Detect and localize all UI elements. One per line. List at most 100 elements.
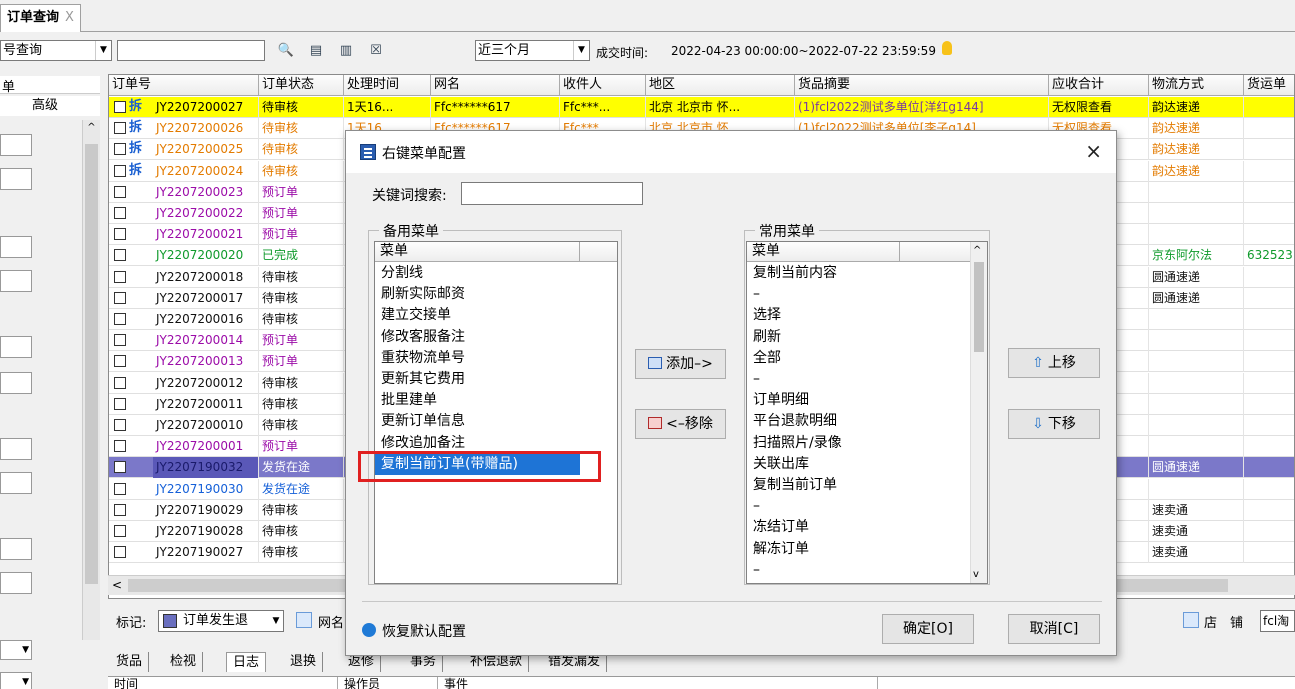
chevron-up-icon[interactable]: ^ — [973, 245, 981, 256]
list-item[interactable]: 选择 — [747, 305, 969, 326]
document-clear-icon[interactable]: ☒ — [367, 42, 385, 60]
filter-field[interactable] — [0, 134, 32, 156]
col-logistics[interactable]: 物流方式 — [1149, 75, 1244, 96]
row-checkbox[interactable] — [114, 334, 126, 347]
col-process-time[interactable]: 处理时间 — [344, 75, 431, 96]
mark-select[interactable]: 订单发生退 ▼ — [158, 610, 284, 632]
copy-icon[interactable] — [296, 612, 312, 628]
row-checkbox[interactable] — [114, 101, 126, 113]
filter-combo[interactable]: ▼ — [0, 672, 32, 689]
row-checkbox[interactable] — [114, 482, 126, 495]
lightbulb-icon[interactable] — [942, 41, 952, 55]
filter-field[interactable] — [0, 572, 32, 594]
list-item[interactable]: – — [747, 496, 969, 517]
document-arrow-icon[interactable]: ▥ — [337, 42, 355, 60]
row-checkbox[interactable] — [114, 440, 126, 453]
scrollbar-thumb[interactable] — [974, 262, 984, 352]
list-item[interactable]: – — [747, 284, 969, 305]
list-item[interactable]: 修改客服备注 — [375, 327, 615, 348]
search-icon[interactable]: 🔍 — [277, 42, 295, 60]
row-checkbox[interactable] — [114, 164, 126, 177]
list-item[interactable]: 订单明细 — [747, 390, 969, 411]
col-region[interactable]: 地区 — [646, 75, 795, 96]
filter-field[interactable] — [0, 472, 32, 494]
keyword-search-input[interactable] — [461, 182, 643, 205]
tab-inspect[interactable]: 检视 — [164, 652, 204, 672]
close-icon[interactable]: X — [65, 10, 74, 25]
table-row[interactable]: 拆 JY2207200027 待审核 1天16... Ffc******617 Ffc**… — [109, 97, 1294, 118]
tab-log[interactable]: 日志 — [226, 652, 267, 672]
col-nick[interactable]: 网名 — [431, 75, 560, 96]
col-waybill[interactable]: 货运单 — [1244, 75, 1294, 96]
query-type-select[interactable]: 号查询 ▼ — [0, 40, 112, 61]
filter-field[interactable] — [0, 168, 32, 190]
chevron-up-icon[interactable]: ^ — [83, 122, 100, 133]
list-item[interactable]: 更新订单信息 — [375, 411, 615, 432]
list-item[interactable]: 更新其它费用 — [375, 369, 615, 390]
row-checkbox[interactable] — [114, 525, 126, 537]
row-checkbox[interactable] — [114, 397, 126, 410]
filter-field[interactable] — [0, 270, 32, 292]
common-menu-list[interactable]: 菜单 复制当前内容 – 选择 刷新 全部 – 订单明细 平台退款明细 扫描照片/录像 关联出库 复制… — [746, 241, 988, 584]
shop-field[interactable]: fcl淘 — [1260, 610, 1295, 632]
restore-default-link[interactable]: 恢复默认配置 — [362, 621, 466, 641]
tab-goods[interactable]: 货品 — [110, 652, 150, 672]
row-checkbox[interactable] — [114, 228, 126, 241]
tab-order-query[interactable]: 订单查询 X — [0, 4, 81, 32]
list-item[interactable]: 复制当前订单 — [747, 475, 969, 496]
list-item[interactable]: 扫描照片/录像 — [747, 433, 969, 454]
search-input[interactable] — [117, 40, 265, 61]
list-item[interactable]: – — [747, 369, 969, 390]
left-panel-scrollbar[interactable]: ^ — [82, 120, 100, 640]
row-checkbox[interactable] — [114, 313, 126, 325]
cancel-button[interactable]: 取消[C] — [1008, 614, 1100, 644]
row-checkbox[interactable] — [114, 355, 126, 368]
filter-field[interactable] — [0, 236, 32, 258]
row-checkbox[interactable] — [114, 185, 126, 198]
document-search-icon[interactable]: ▤ — [307, 42, 325, 60]
chevron-left-icon[interactable]: < — [112, 578, 122, 592]
list-item[interactable]: 解冻订单 — [747, 539, 969, 560]
row-checkbox[interactable] — [114, 503, 126, 516]
advanced-button[interactable]: 高级 — [0, 96, 100, 116]
remove-button[interactable]: <–移除 — [635, 409, 726, 439]
row-checkbox[interactable] — [114, 291, 126, 304]
row-checkbox[interactable] — [114, 270, 126, 283]
col-goods[interactable]: 货品摘要 — [795, 75, 1049, 96]
list-item[interactable]: 复制当前内容 — [747, 263, 969, 284]
list-header-label[interactable]: 菜单 — [747, 242, 900, 262]
col-status[interactable]: 订单状态 — [259, 75, 344, 96]
tab-return[interactable]: 退换 — [284, 652, 324, 672]
list-item[interactable]: 平台退款明细 — [747, 411, 969, 432]
backup-menu-list[interactable]: 菜单 分割线 刷新实际邮资 建立交接单 修改客服备注 重获物流单号 更新其它费用 批里建单更… — [374, 241, 618, 584]
list-item[interactable]: 全部 — [747, 348, 969, 369]
list-header-label[interactable]: 菜单 — [375, 242, 580, 262]
list-item[interactable]: 刷新 — [747, 327, 969, 348]
copy-icon[interactable] — [1183, 612, 1199, 628]
filter-field[interactable] — [0, 372, 32, 394]
common-list-scrollbar[interactable]: ^ v — [970, 242, 987, 583]
list-item[interactable]: 冻结订单 — [747, 517, 969, 538]
list-item[interactable]: 分割线 — [375, 263, 615, 284]
filter-field[interactable] — [0, 336, 32, 358]
chevron-down-icon[interactable]: v — [973, 569, 979, 580]
list-item[interactable]: 刷新实际邮资 — [375, 284, 615, 305]
move-up-button[interactable]: ⇧ 上移 — [1008, 348, 1100, 378]
add-button[interactable]: 添加–> — [635, 349, 726, 379]
row-checkbox[interactable] — [114, 143, 126, 156]
row-checkbox[interactable] — [114, 249, 126, 262]
close-icon[interactable]: × — [1085, 139, 1102, 163]
list-item[interactable]: 建立交接单 — [375, 305, 615, 326]
row-checkbox[interactable] — [114, 546, 126, 559]
list-item[interactable]: 关联出库 — [747, 454, 969, 475]
row-checkbox[interactable] — [114, 207, 126, 219]
list-item[interactable]: 批里建单 — [375, 390, 615, 411]
col-total[interactable]: 应收合计 — [1049, 75, 1149, 96]
row-checkbox[interactable] — [114, 419, 126, 431]
scrollbar-thumb[interactable] — [85, 144, 98, 584]
list-item[interactable]: 重获物流单号 — [375, 348, 615, 369]
filter-field[interactable] — [0, 538, 32, 560]
ok-button[interactable]: 确定[O] — [882, 614, 974, 644]
move-down-button[interactable]: ⇩ 下移 — [1008, 409, 1100, 439]
list-item[interactable]: – — [747, 560, 969, 581]
